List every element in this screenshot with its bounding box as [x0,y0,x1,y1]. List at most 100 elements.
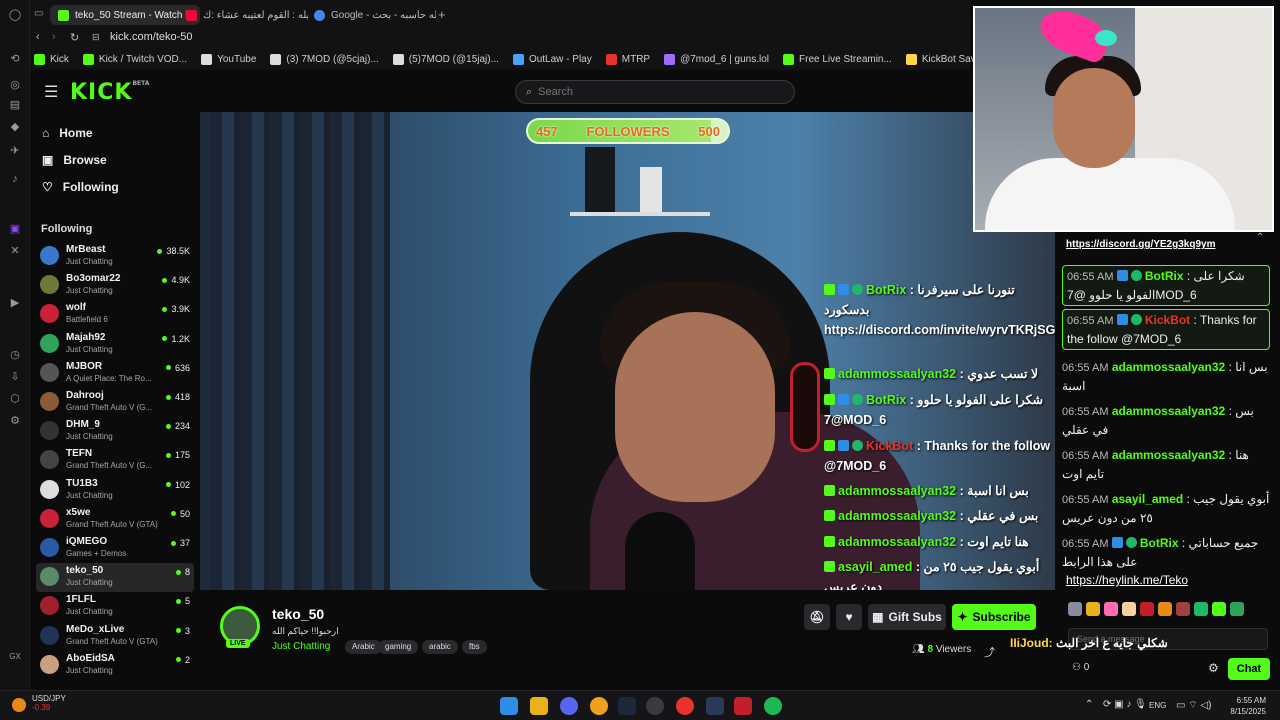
hamburger-menu-icon[interactable]: ☰ [44,82,58,102]
following-item[interactable]: MeDo_xLive Grand Theft Auto V (GTA) 3 [36,622,194,651]
following-item[interactable]: Majah92 Just Chatting 1.2K [36,330,194,359]
music-icon[interactable]: ♪ [8,172,22,186]
following-item[interactable]: DHM_9 Just Chatting 234 [36,417,194,446]
tab-youtube[interactable]: شيله : القوم لعتيبه عشاء :ك [178,5,308,25]
tag[interactable]: fbs [462,640,487,654]
bookmark-4[interactable]: (5)7MOD (@15jaj)... [392,53,499,65]
steam-icon[interactable] [618,697,636,715]
bookmark-6[interactable]: MTRP [605,53,650,65]
emote-icon[interactable] [1086,602,1100,616]
history-icon[interactable]: ◷ [8,348,22,362]
tray-overflow-icon[interactable]: ⌃ [1085,699,1093,710]
reload-icon[interactable]: ↻ [70,31,79,44]
following-item[interactable]: TEFN Grand Theft Auto V (G... 175 [36,446,194,475]
messenger-icon[interactable]: ◆ [8,120,22,134]
input-language[interactable]: ENG [1149,701,1166,710]
search-input[interactable] [538,86,759,98]
tag[interactable]: arabic [422,640,458,654]
player-icon[interactable]: ▶ [8,296,22,310]
back-icon[interactable]: ‹ [36,31,40,43]
kick-logo[interactable]: KICKBETA [70,80,149,105]
opera-icon[interactable] [676,697,694,715]
chat-username[interactable]: BotRix [1140,536,1179,550]
emote-icon[interactable] [1158,602,1172,616]
gx-icon[interactable]: GX [8,650,22,664]
following-item[interactable]: Bo3omar22 Just Chatting 4.9K [36,271,194,300]
gift-subs-button[interactable]: ▦ Gift Subs [868,604,946,630]
following-item[interactable]: x5we Grand Theft Auto V (GTA) 50 [36,505,194,534]
tab-google[interactable]: Google - اله حاسبه - بحث [306,5,436,25]
following-item[interactable]: teko_50 Just Chatting 8 [36,563,194,593]
downloads-icon[interactable]: ⇩ [8,370,22,384]
forward-icon[interactable]: › [52,31,56,43]
ai-icon[interactable]: ◎ [8,78,22,92]
video-player[interactable]: 457 FOLLOWERS 500 BotRix : تنورنا على سي… [200,112,1055,590]
url-field[interactable]: kick.com/teko-50 [110,31,193,43]
emote-icon[interactable] [1194,602,1208,616]
x-icon[interactable]: ✕ [8,244,22,258]
emote-icon[interactable] [1122,602,1136,616]
emote-icon[interactable] [1140,602,1154,616]
chat-settings-icon[interactable]: ⚙ [1208,661,1219,675]
heylink-link[interactable]: https://heylink.me/Teko [1066,573,1188,587]
emote-icon[interactable] [1104,602,1118,616]
bookmark-7[interactable]: @7mod_6 | guns.lol [664,53,769,65]
game-app-icon[interactable] [734,697,752,715]
bookmark-5[interactable]: OutLaw - Play [512,53,592,65]
chat-username[interactable]: BotRix [1145,269,1184,283]
nav-following[interactable]: ♡ Following [42,180,119,194]
tag[interactable]: gaming [378,640,419,654]
nav-home[interactable]: ⌂ Home [42,126,93,140]
emote-icon[interactable] [1230,602,1244,616]
chat-username[interactable]: adammossaalyan32 [1112,448,1225,462]
terminal-icon[interactable] [706,697,724,715]
extensions-icon[interactable]: ⬡ [8,392,22,406]
chat-username[interactable]: KickBot [1145,313,1190,327]
following-item[interactable]: Dahrooj Grand Theft Auto V (G... 418 [36,388,194,417]
chat-username[interactable]: adammossaalyan32 [1112,404,1225,418]
bookmark-8[interactable]: Free Live Streamin... [783,53,892,65]
opera-gx-icon[interactable] [646,697,664,715]
windows-start-icon[interactable] [500,697,518,715]
file-explorer-icon[interactable] [530,697,548,715]
tray-app-icons[interactable]: ⟳ ▣ ♪ 🎙︎ [1103,699,1147,710]
emote-icon[interactable] [1068,602,1082,616]
bookmark-2[interactable]: YouTube [201,53,256,65]
following-item[interactable]: MJBOR A Quiet Place: The Ro... 636 [36,359,194,388]
pinned-discord-link[interactable]: https://discord.gg/YE2g3kq9ym [1066,239,1215,250]
opera-menu-icon[interactable]: ◯ [8,8,22,22]
pinned-collapse-icon[interactable]: ⌃ [1256,232,1264,243]
mute-notifications-button[interactable]: 🔕︎ [804,604,830,630]
share-icon[interactable]: ⤴ [984,644,995,660]
speed-dial-icon[interactable]: ⟲ [8,52,22,66]
emote-icon[interactable] [1212,602,1226,616]
twitch-icon[interactable]: ▣ [8,222,22,236]
search-box[interactable]: ⌕ [515,80,795,104]
following-item[interactable]: iQMEGO Games + Demos 37 [36,534,194,563]
telegram-icon[interactable]: ✈ [8,144,22,158]
tag[interactable]: Arabic [345,640,382,654]
following-item[interactable]: wolf Battlefield 6 3.9K [36,300,194,329]
tab-menu-icon[interactable]: ▭ [34,8,43,19]
spotify-icon[interactable] [764,697,782,715]
discord-icon[interactable] [560,697,578,715]
nav-browse[interactable]: ▣ Browse [42,153,107,167]
chat-send-button[interactable]: Chat [1228,658,1270,680]
following-item[interactable]: TU1B3 Just Chatting 102 [36,476,194,505]
channel-points[interactable]: ⚇ 0 [1072,662,1089,673]
chat-username[interactable]: asayil_amed [1112,492,1183,506]
currency-ticker[interactable]: USD/JPY -0.39 [32,694,66,712]
new-tab-icon[interactable]: + [438,7,446,22]
bookmark-3[interactable]: (3) 7MOD (@5cjaj)... [270,53,379,65]
following-item[interactable]: 1FLFL Just Chatting 5 [36,592,194,621]
channel-name[interactable]: teko_50 [272,606,324,622]
chat-username[interactable]: adammossaalyan32 [1112,360,1225,374]
clock[interactable]: 6:55 AM 8/15/2025 [1230,695,1266,717]
emote-icon[interactable] [1176,602,1190,616]
network-volume-icons[interactable]: ▭ ⌔ ◁) [1176,699,1211,712]
pinboard-icon[interactable]: ▤ [8,98,22,112]
bookmark-1[interactable]: Kick / Twitch VOD... [82,53,187,65]
app-icon[interactable] [590,697,608,715]
follow-button[interactable]: ♥ [836,604,862,630]
following-item[interactable]: MrBeast Just Chatting 38.5K [36,242,194,271]
